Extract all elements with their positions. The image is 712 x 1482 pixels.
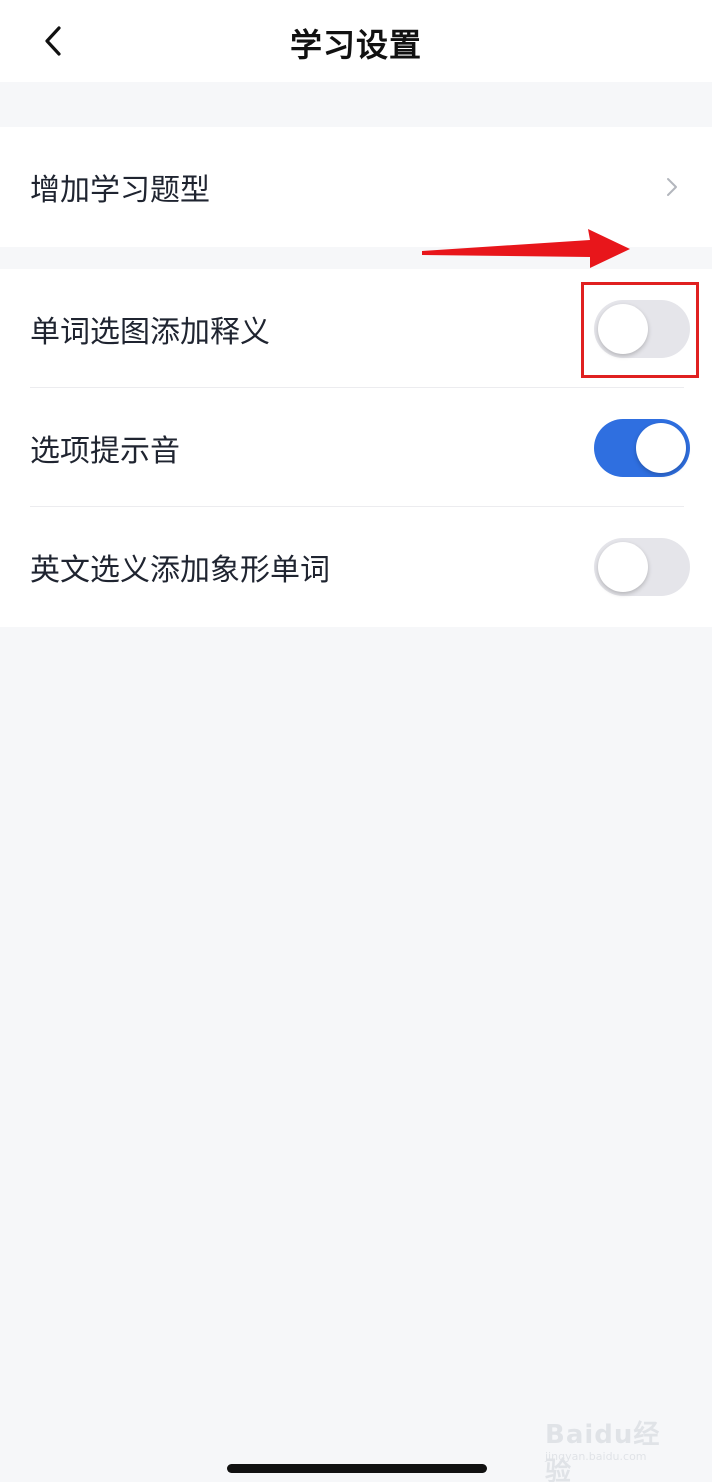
page-title: 学习设置	[289, 26, 422, 64]
chevron-right-icon	[667, 177, 677, 196]
toggle-knob	[636, 422, 686, 473]
toggle-knob	[598, 542, 648, 592]
option-sound-label: 选项提示音	[30, 433, 180, 469]
option-sound-toggle[interactable]	[594, 418, 690, 477]
home-indicator	[227, 1464, 487, 1473]
watermark-text: Baidu经验	[545, 1420, 661, 1482]
add-question-types-label: 增加学习题型	[30, 172, 210, 208]
pictographic-word-label: 英文选义添加象形单词	[30, 553, 330, 588]
word-image-definition-label: 单词选图添加释义	[30, 314, 270, 350]
option-sound-row: 选项提示音	[0, 388, 712, 507]
watermark: Baidu经验 jingyan.baidu.com	[545, 1408, 675, 1482]
watermark-url: jingyan.baidu.com	[545, 1450, 647, 1463]
annotation-highlight-box	[581, 282, 699, 378]
pictographic-word-toggle[interactable]	[594, 538, 690, 596]
nav-bar: 学习设置	[0, 0, 712, 82]
pictographic-word-row: 英文选义添加象形单词	[0, 507, 712, 627]
annotation-arrow	[422, 229, 630, 268]
